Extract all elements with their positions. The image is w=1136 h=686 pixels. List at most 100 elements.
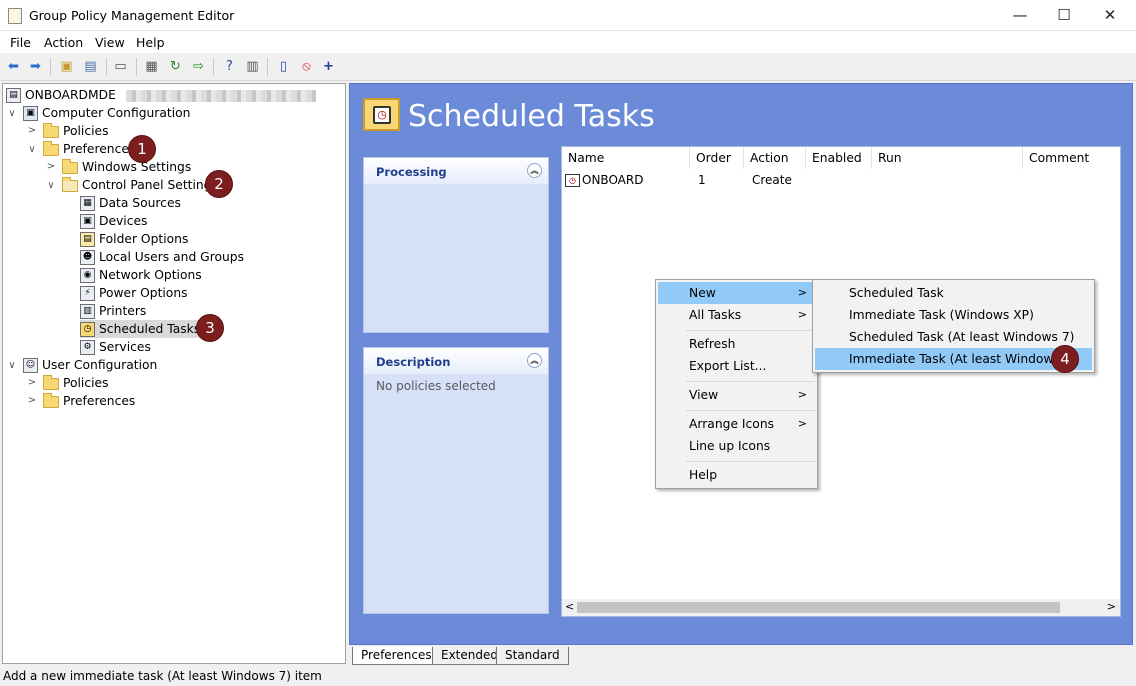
table-row[interactable]: ◷ ONBOARD 1 Create [565,171,965,189]
redacted-domain [125,89,316,102]
tree-item-scheduled-tasks[interactable]: ◷ Scheduled Tasks [80,320,204,338]
tree-user-preferences[interactable]: Preferences [43,392,135,410]
title-bar: Group Policy Management Editor — ☐ ✕ [0,0,1136,31]
network-icon: ◉ [80,268,95,283]
menu-item-all-tasks[interactable]: All Tasks > [658,304,815,326]
chevron-right-icon[interactable]: > [26,377,38,388]
description-header: Description ︽ [364,348,548,374]
forward-icon[interactable]: ➡ [27,58,44,75]
collapse-icon[interactable]: ︽ [527,163,542,178]
folder-icon [43,140,59,156]
properties-icon[interactable]: ▥ [244,58,261,75]
tab-standard[interactable]: Standard [496,647,569,665]
document-icon[interactable]: ▯ [275,58,292,75]
view-tabs: Preferences Extended Standard [349,646,1136,666]
scroll-right-icon[interactable]: > [1107,600,1116,613]
processing-header: Processing ︽ [364,158,548,184]
page-title: Scheduled Tasks [408,99,655,134]
tree-item-folder-options[interactable]: ▤ Folder Options [80,230,188,248]
tree-item-devices[interactable]: ▣ Devices [80,212,147,230]
chevron-down-icon[interactable]: ∨ [6,108,18,119]
column-name[interactable]: Name [562,147,690,169]
submenu-immediate-task-xp[interactable]: Immediate Task (Windows XP) [815,304,1092,326]
show-tree-icon[interactable]: ▤ [82,58,99,75]
tree-item-data-sources[interactable]: ▦ Data Sources [80,194,181,212]
submenu-scheduled-task[interactable]: Scheduled Task [815,282,1092,304]
maximize-button[interactable]: ☐ [1041,0,1087,31]
close-button[interactable]: ✕ [1087,0,1133,31]
submenu-scheduled-task-win7[interactable]: Scheduled Task (At least Windows 7) [815,326,1092,348]
menu-item-export-list[interactable]: Export List... [658,355,815,377]
column-comment[interactable]: Comment [1023,147,1120,169]
column-order[interactable]: Order [690,147,744,169]
computer-icon: ▣ [23,106,38,121]
menu-separator [686,410,815,411]
menu-item-refresh[interactable]: Refresh [658,333,815,355]
chevron-down-icon[interactable]: ∨ [6,360,18,371]
column-action[interactable]: Action [744,147,806,169]
description-text: No policies selected [376,379,496,393]
collapse-icon[interactable]: ︽ [527,353,542,368]
submenu-arrow-icon: > [797,308,807,321]
scheduled-tasks-icon: ◷ [80,322,95,337]
chevron-down-icon[interactable]: ∨ [45,180,57,191]
print-icon[interactable]: ▦ [143,58,160,75]
minimize-button[interactable]: — [997,0,1043,31]
refresh-icon[interactable]: ↻ [167,58,184,75]
step-badge: 4 [1051,345,1079,373]
chevron-right-icon[interactable]: > [45,161,57,172]
help-icon[interactable]: ? [221,58,238,75]
window-title: Group Policy Management Editor [29,8,235,23]
menu-view[interactable]: View [95,35,125,50]
menu-item-view[interactable]: View > [658,384,815,406]
scheduled-tasks-icon: ◷ [363,98,400,131]
tree-root[interactable]: ▤ ONBOARDMDE [6,86,316,104]
tree-user-policies[interactable]: Policies [43,374,108,392]
printer-icon: ▥ [80,304,95,319]
tree-item-power-options[interactable]: ⚡ Power Options [80,284,188,302]
data-sources-icon: ▦ [80,196,95,211]
column-run[interactable]: Run [872,147,1023,169]
menu-action[interactable]: Action [44,35,83,50]
chevron-down-icon[interactable]: ∨ [26,144,38,155]
menu-help[interactable]: Help [136,35,165,50]
tree-control-panel-settings[interactable]: Control Panel Settings [62,176,218,194]
menu-item-help[interactable]: Help [658,464,815,486]
power-icon: ⚡ [80,286,95,301]
tree-computer-configuration[interactable]: ▣ Computer Configuration [23,104,190,122]
menu-separator [686,381,815,382]
new-submenu: Scheduled Task Immediate Task (Windows X… [812,279,1095,373]
stop-icon[interactable]: ⦸ [298,58,315,75]
menu-item-arrange-icons[interactable]: Arrange Icons > [658,413,815,435]
tree-windows-settings[interactable]: Windows Settings [62,158,191,176]
tree-item-printers[interactable]: ▥ Printers [80,302,146,320]
scroll-thumb[interactable] [577,602,1060,613]
chevron-right-icon[interactable]: > [26,395,38,406]
up-folder-icon[interactable]: ▣ [58,58,75,75]
menu-separator [686,461,815,462]
tree-item-services[interactable]: ⚙ Services [80,338,151,356]
export-icon[interactable]: ⇨ [190,58,207,75]
tree-preferences[interactable]: Preferences [43,140,135,158]
column-enabled[interactable]: Enabled [806,147,872,169]
back-icon[interactable]: ⬅ [5,58,22,75]
menu-item-new[interactable]: New > [658,282,815,304]
status-bar: Add a new immediate task (At least Windo… [0,667,1136,686]
clipboard-icon[interactable]: ▭ [112,58,129,75]
processing-panel: Processing ︽ [363,157,549,333]
navigation-tree: ▤ ONBOARDMDE ∨ ▣ Computer Configuration > … [2,83,346,664]
tab-preferences[interactable]: Preferences [352,647,441,665]
scroll-left-icon[interactable]: < [565,600,574,613]
menu-item-line-up-icons[interactable]: Line up Icons [658,435,815,457]
horizontal-scrollbar[interactable]: < > [562,599,1120,616]
users-icon: ☻ [80,250,95,265]
menu-file[interactable]: File [10,35,31,50]
chevron-right-icon[interactable]: > [26,125,38,136]
services-icon: ⚙ [80,340,95,355]
add-icon[interactable]: + [320,58,337,75]
step-badge: 3 [196,314,224,342]
tree-item-local-users[interactable]: ☻ Local Users and Groups [80,248,244,266]
tree-policies[interactable]: Policies [43,122,108,140]
tree-user-configuration[interactable]: ☺ User Configuration [23,356,157,374]
tree-item-network-options[interactable]: ◉ Network Options [80,266,202,284]
